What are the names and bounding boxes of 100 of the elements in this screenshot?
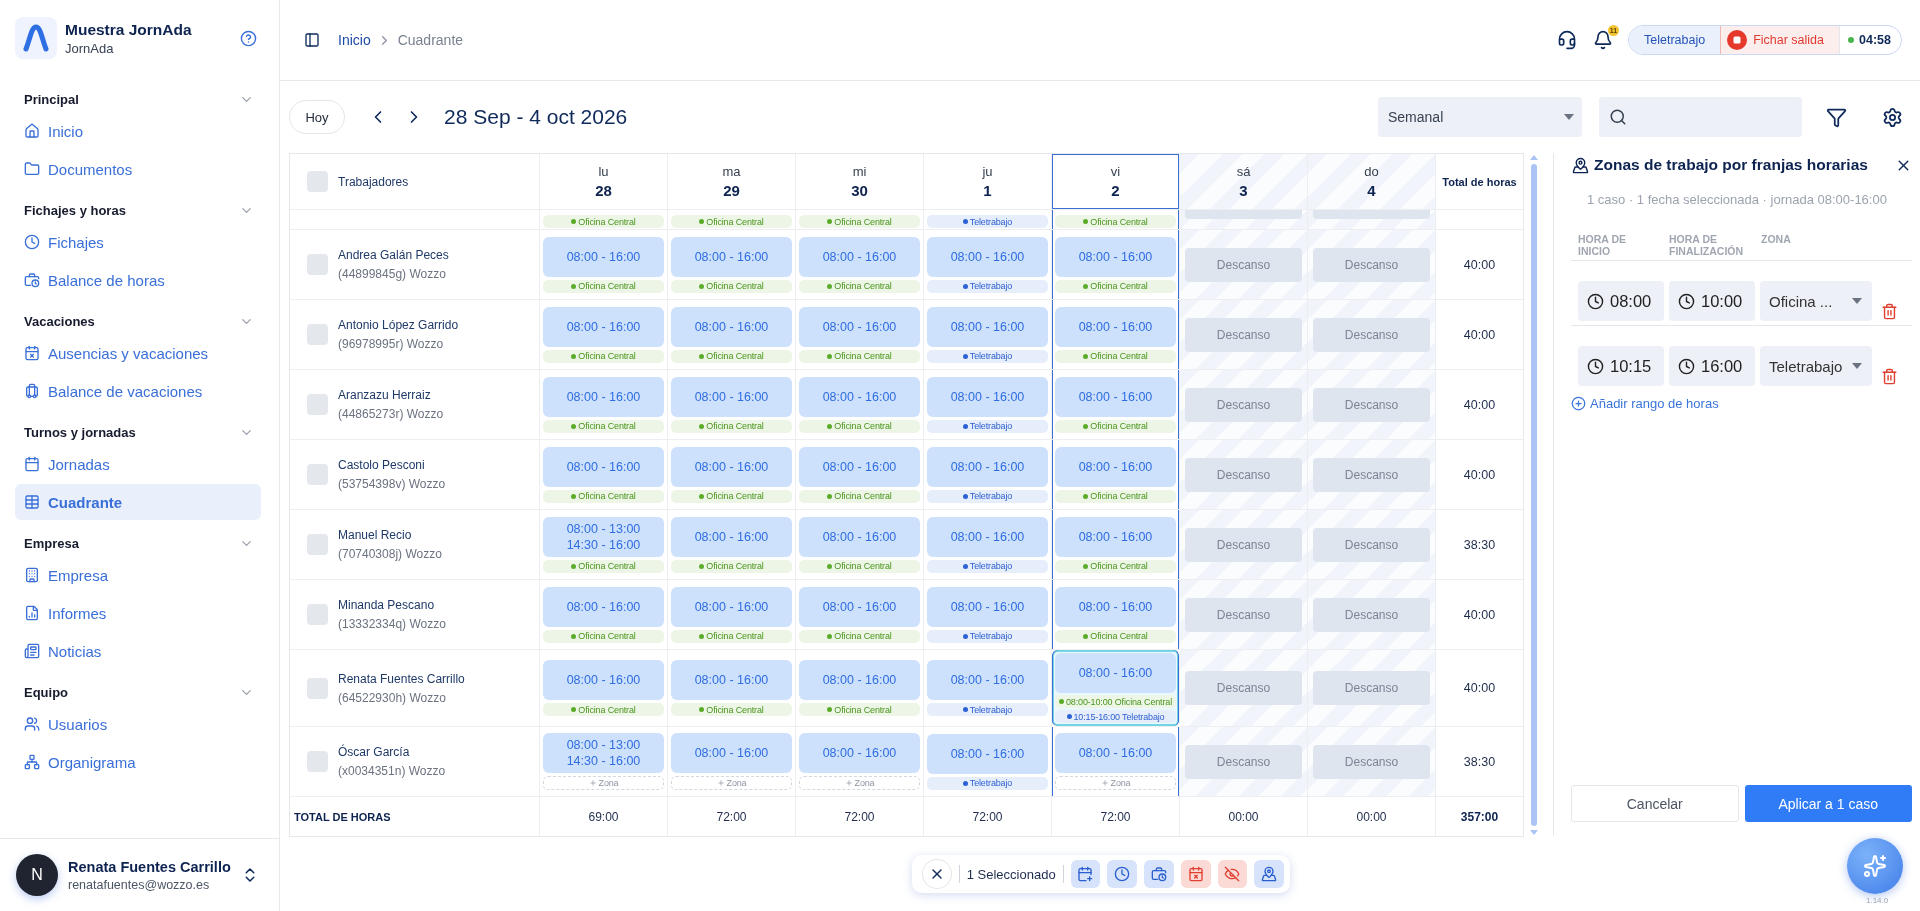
checkbox[interactable] (307, 171, 328, 192)
nav-item[interactable]: Noticias (15, 633, 261, 669)
zone-tag[interactable]: Oficina Central (1055, 489, 1176, 503)
schedule-cell[interactable]: 08:00 - 16:00 Oficina Central (540, 440, 668, 510)
shift-block[interactable]: 08:00 - 16:00 (927, 733, 1048, 774)
schedule-cell[interactable]: 08:00 - 16:00 Oficina Central (668, 230, 796, 300)
schedule-cell[interactable]: 08:00 - 16:00 Teletrabajo (924, 727, 1052, 797)
shift-block[interactable]: 08:00 - 16:00 (671, 660, 792, 700)
shift-block[interactable]: 08:00 - 16:00 (671, 236, 792, 277)
shift-block[interactable]: 08:00 - 16:00 (927, 660, 1048, 700)
action-button[interactable] (1070, 860, 1101, 888)
section-toggle[interactable]: Fichajes y horas (15, 199, 261, 221)
shift-block[interactable]: 08:00 - 16:00 (671, 306, 792, 347)
shift-block[interactable]: 08:00 - 16:00 (927, 306, 1048, 347)
shift-block[interactable]: 08:00 - 16:00 (799, 376, 920, 417)
zone-tag[interactable]: Teletrabajo (927, 559, 1048, 573)
zone-tag[interactable]: Oficina Central (671, 489, 792, 503)
shift-block[interactable]: 08:00 - 16:00 (1055, 653, 1176, 693)
checkbox[interactable] (307, 254, 328, 275)
day-header[interactable]: vi 2 (1052, 154, 1180, 210)
schedule-cell[interactable]: 08:00 - 16:00 Oficina Central (796, 510, 924, 580)
cancel-button[interactable]: Cancelar (1571, 785, 1739, 822)
zone-tag[interactable]: Oficina Central (799, 629, 920, 643)
schedule-cell[interactable]: Descanso (1180, 440, 1308, 510)
action-button[interactable] (1254, 860, 1285, 888)
zone-tag[interactable]: Teletrabajo (927, 215, 1048, 228)
zone-tag[interactable]: Oficina Central (671, 703, 792, 716)
nav-item[interactable]: Documentos (15, 151, 261, 187)
work-mode-button[interactable]: Teletrabajo (1629, 26, 1722, 54)
schedule-cell[interactable]: Descanso (1308, 650, 1436, 727)
schedule-cell[interactable]: 08:00 - 16:00 Teletrabajo (924, 300, 1052, 370)
schedule-cell[interactable]: Descanso (1308, 510, 1436, 580)
shift-block[interactable]: 08:00 - 16:00 (1055, 376, 1176, 417)
zone-tag[interactable]: Teletrabajo (927, 489, 1048, 503)
shift-block[interactable]: 08:00 - 16:00 (927, 586, 1048, 627)
schedule-cell[interactable]: 08:00 - 16:00 Oficina Central (796, 300, 924, 370)
schedule-cell[interactable]: 08:00 - 13:00 14:30 - 16:00 Oficina Central (540, 510, 668, 580)
schedule-cell[interactable]: 08:00 - 16:00 Teletrabajo (924, 440, 1052, 510)
section-toggle[interactable]: Turnos y jornadas (15, 421, 261, 443)
checkbox[interactable] (307, 604, 328, 625)
zone-tag[interactable]: Oficina Central (543, 279, 664, 293)
zone-tag[interactable]: Oficina Central (543, 629, 664, 643)
zone-tag[interactable]: Oficina Central (799, 489, 920, 503)
scrollbar-thumb[interactable] (1531, 164, 1537, 826)
shift-block[interactable]: 08:00 - 13:00 14:30 - 16:00 (543, 733, 664, 773)
view-select[interactable]: Semanal (1378, 97, 1582, 137)
clear-selection-button[interactable] (922, 859, 952, 889)
day-header[interactable]: ju 1 (924, 154, 1052, 210)
zone-tag[interactable]: Teletrabajo (927, 349, 1048, 363)
zone-tag[interactable]: Oficina Central (1055, 419, 1176, 433)
action-button[interactable] (1180, 860, 1211, 888)
zone-tag[interactable]: Oficina Central (671, 419, 792, 433)
nav-item[interactable]: Fichajes (15, 224, 261, 260)
zone-tag[interactable]: Oficina Central (543, 489, 664, 503)
shift-block[interactable]: 08:00 - 16:00 (671, 586, 792, 627)
schedule-cell[interactable]: 08:00 - 16:00 Oficina Central (668, 650, 796, 727)
schedule-cell[interactable]: Oficina Central (1052, 210, 1180, 230)
shift-block[interactable]: 08:00 - 16:00 (799, 733, 920, 773)
schedule-cell[interactable]: 08:00 - 13:00 14:30 - 16:00 Zona (540, 727, 668, 797)
day-header[interactable]: mi 30 (796, 154, 924, 210)
nav-item[interactable]: Jornadas (15, 446, 261, 482)
schedule-cell[interactable]: 08:00 - 16:00 Oficina Central (540, 580, 668, 650)
schedule-cell[interactable] (1308, 210, 1436, 230)
zone-tag[interactable]: Oficina Central (1055, 559, 1176, 573)
shift-block[interactable]: 08:00 - 16:00 (671, 446, 792, 487)
schedule-cell[interactable]: 08:00 - 16:00 Zona (668, 727, 796, 797)
zone-tag[interactable]: Oficina Central (671, 215, 792, 228)
shift-block[interactable]: 08:00 - 16:00 (1055, 306, 1176, 347)
schedule-cell[interactable]: 08:00 - 16:00 Oficina Central (668, 440, 796, 510)
day-header[interactable]: lu 28 (540, 154, 668, 210)
zone-tag[interactable]: Oficina Central (1055, 279, 1176, 293)
shift-block[interactable]: 08:00 - 16:00 (1055, 733, 1176, 773)
start-time-field[interactable]: 10:15 (1578, 346, 1664, 386)
schedule-cell[interactable]: Descanso (1308, 300, 1436, 370)
schedule-cell[interactable]: 08:00 - 16:00 Oficina Central (540, 650, 668, 727)
add-range-link[interactable]: Añadir rango de horas (1571, 396, 1719, 411)
clock-out-button[interactable]: Fichar salida (1721, 26, 1840, 54)
nav-item[interactable]: Ausencias y vacaciones (15, 335, 261, 371)
schedule-cell[interactable]: 08:00 - 16:00 Teletrabajo (924, 580, 1052, 650)
shift-block[interactable]: 08:00 - 16:00 (927, 516, 1048, 557)
schedule-cell[interactable]: Descanso (1308, 370, 1436, 440)
zone-tag[interactable]: Oficina Central (1055, 215, 1176, 228)
zone-tag[interactable]: Oficina Central (671, 559, 792, 573)
checkbox[interactable] (307, 324, 328, 345)
end-time-field[interactable]: 16:00 (1669, 346, 1755, 386)
shift-block[interactable]: 08:00 - 16:00 (927, 446, 1048, 487)
nav-item[interactable]: Empresa (15, 557, 261, 593)
shift-block[interactable]: 08:00 - 16:00 (1055, 516, 1176, 557)
nav-item[interactable]: Informes (15, 595, 261, 631)
action-button[interactable] (1144, 860, 1174, 888)
schedule-cell[interactable]: Descanso (1308, 230, 1436, 300)
nav-item[interactable]: Usuarios (15, 706, 261, 742)
zone-tag[interactable]: Oficina Central (799, 559, 920, 573)
zone-select[interactable]: Teletrabajo (1760, 346, 1872, 386)
assistant-button[interactable] (1847, 838, 1903, 894)
schedule-cell[interactable]: Descanso (1308, 727, 1436, 797)
zone-tag[interactable]: Oficina Central (799, 349, 920, 363)
schedule-cell[interactable] (1180, 210, 1308, 230)
nav-item[interactable]: Cuadrante (15, 484, 261, 520)
nav-item[interactable]: Inicio (15, 113, 261, 149)
